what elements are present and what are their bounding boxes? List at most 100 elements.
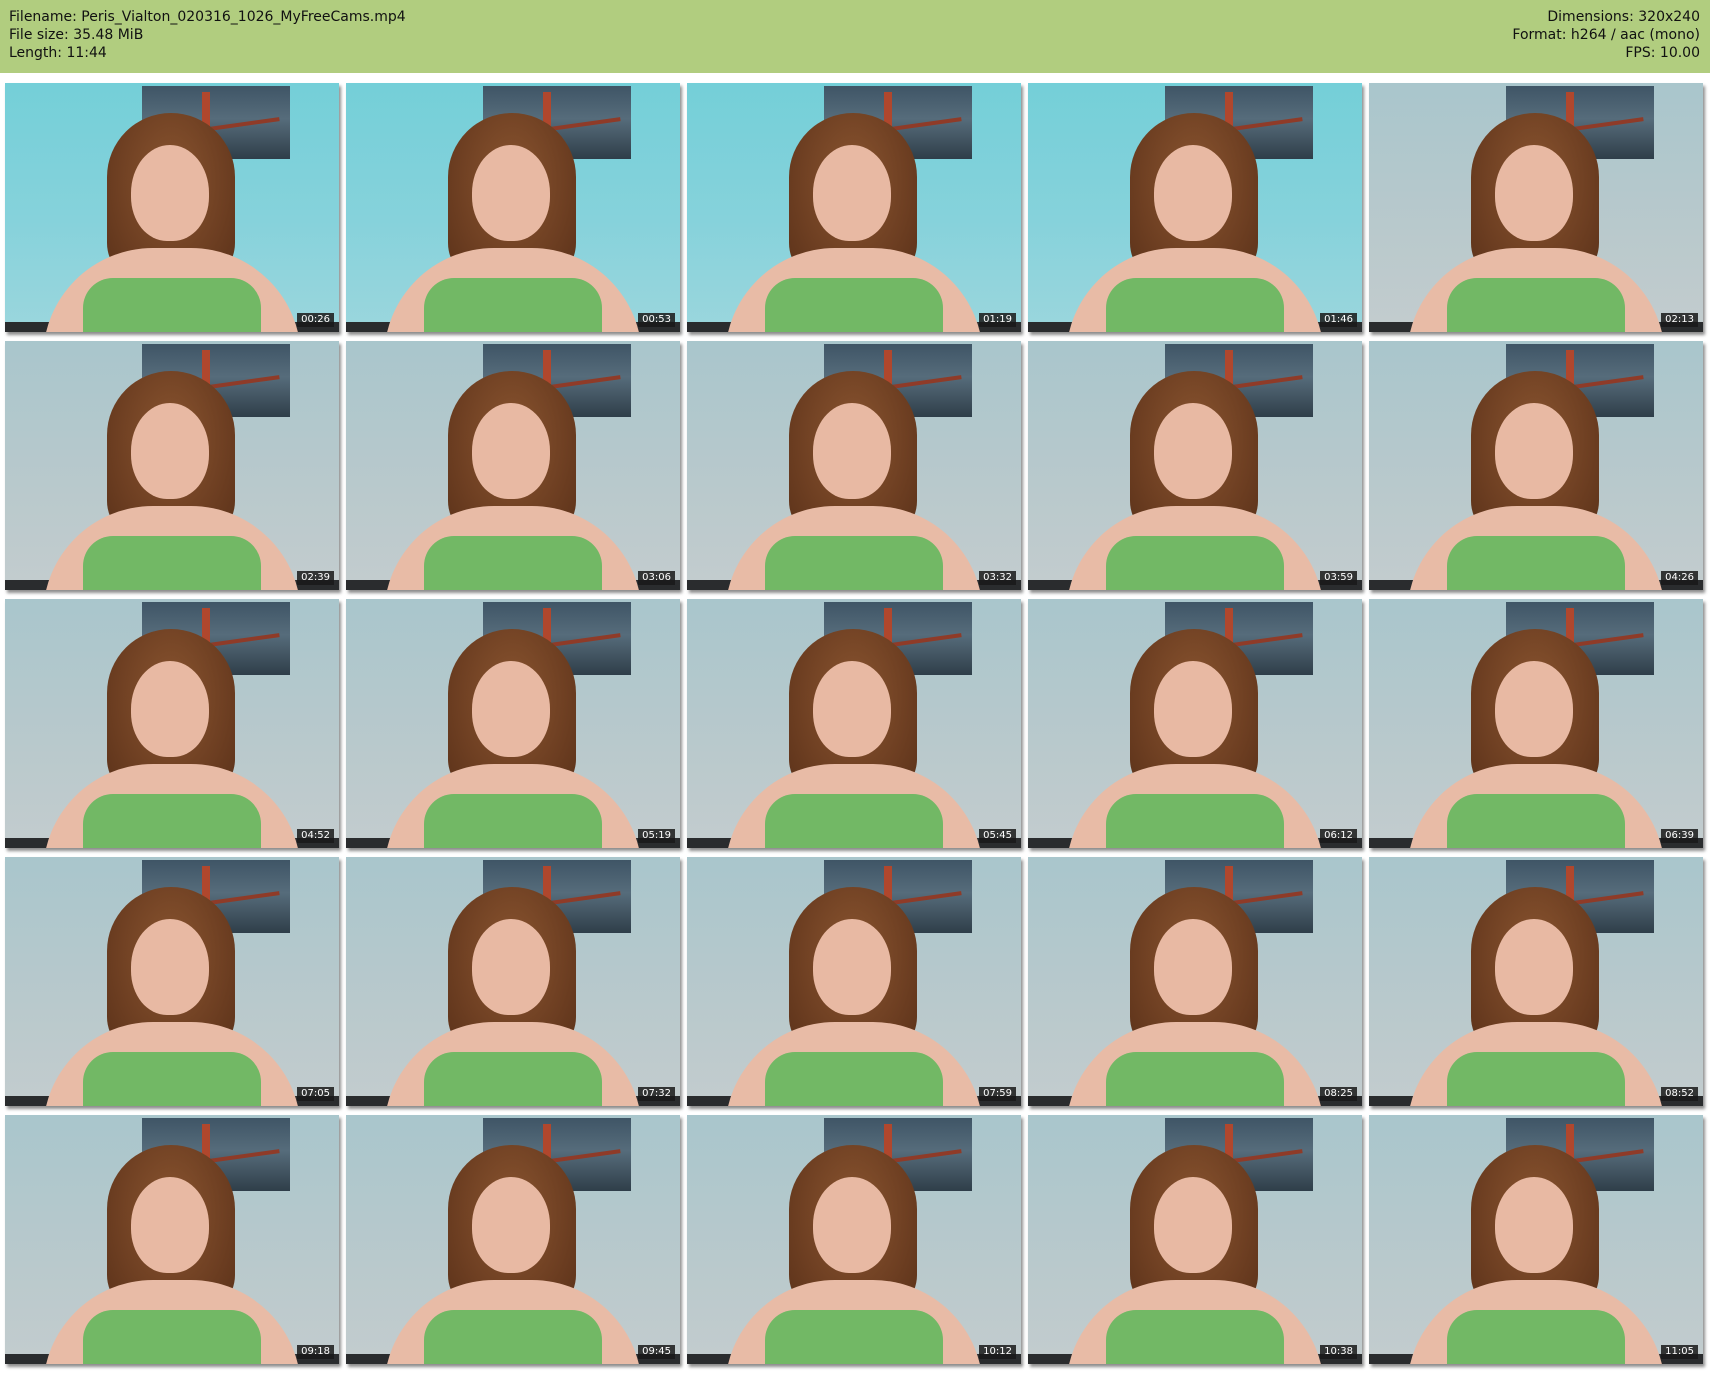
timestamp: 01:19 <box>979 313 1016 327</box>
subject-green-top <box>83 1052 261 1106</box>
timestamp: 02:39 <box>297 571 334 585</box>
thumbnail[interactable]: 07:32 <box>346 857 680 1106</box>
subject-green-top <box>1106 1310 1284 1364</box>
subject-face <box>472 919 550 1015</box>
thumbnail[interactable]: 04:26 <box>1369 341 1703 590</box>
subject-green-top <box>424 1052 602 1106</box>
thumbnail[interactable]: 04:52 <box>5 599 339 848</box>
thumbnail[interactable]: 05:19 <box>346 599 680 848</box>
subject-green-top <box>765 1310 943 1364</box>
subject-face <box>813 145 891 241</box>
thumbnail[interactable]: 06:39 <box>1369 599 1703 848</box>
timestamp: 09:45 <box>638 1345 675 1359</box>
timestamp: 08:52 <box>1661 1087 1698 1101</box>
thumbnail[interactable]: 07:59 <box>687 857 1021 1106</box>
timestamp: 04:52 <box>297 829 334 843</box>
thumbnail[interactable]: 10:38 <box>1028 1115 1362 1364</box>
thumbnail[interactable]: 08:25 <box>1028 857 1362 1106</box>
dimensions-text: Dimensions: 320x240 <box>1547 9 1700 25</box>
timestamp: 03:59 <box>1320 571 1357 585</box>
length-text: Length: 11:44 <box>9 45 107 61</box>
timestamp: 10:12 <box>979 1345 1016 1359</box>
subject-green-top <box>83 794 261 848</box>
subject-face <box>472 1177 550 1273</box>
subject-face <box>1154 145 1232 241</box>
timestamp: 07:59 <box>979 1087 1016 1101</box>
subject-green-top <box>1447 1052 1625 1106</box>
subject-face <box>813 919 891 1015</box>
format-text: Format: h264 / aac (mono) <box>1512 27 1700 43</box>
subject-face <box>1495 145 1573 241</box>
thumbnail-grid: 00:26 00:53 01:19 01:46 02:13 02:39 03:0… <box>5 83 1705 1370</box>
subject-green-top <box>83 1310 261 1364</box>
subject-face <box>813 403 891 499</box>
subject-face <box>813 661 891 757</box>
timestamp: 08:25 <box>1320 1087 1357 1101</box>
subject-face <box>131 145 209 241</box>
subject-face <box>1154 1177 1232 1273</box>
subject-green-top <box>424 278 602 332</box>
thumbnail[interactable]: 08:52 <box>1369 857 1703 1106</box>
thumbnail[interactable]: 02:13 <box>1369 83 1703 332</box>
timestamp: 01:46 <box>1320 313 1357 327</box>
thumbnail[interactable]: 07:05 <box>5 857 339 1106</box>
subject-green-top <box>1106 536 1284 590</box>
subject-green-top <box>765 278 943 332</box>
subject-green-top <box>83 536 261 590</box>
thumbnail[interactable]: 01:46 <box>1028 83 1362 332</box>
thumbnail[interactable]: 03:59 <box>1028 341 1362 590</box>
subject-face <box>472 661 550 757</box>
subject-face <box>472 403 550 499</box>
thumbnail[interactable]: 10:12 <box>687 1115 1021 1364</box>
subject-face <box>1154 403 1232 499</box>
fps-text: FPS: 10.00 <box>1625 45 1700 61</box>
thumbnail[interactable]: 05:45 <box>687 599 1021 848</box>
subject-green-top <box>765 794 943 848</box>
thumbnail[interactable]: 03:06 <box>346 341 680 590</box>
file-size-text: File size: 35.48 MiB <box>9 27 144 43</box>
subject-face <box>1495 919 1573 1015</box>
timestamp: 03:32 <box>979 571 1016 585</box>
timestamp: 00:53 <box>638 313 675 327</box>
timestamp: 06:12 <box>1320 829 1357 843</box>
subject-green-top <box>424 794 602 848</box>
timestamp: 05:19 <box>638 829 675 843</box>
timestamp: 04:26 <box>1661 571 1698 585</box>
thumbnail[interactable]: 01:19 <box>687 83 1021 332</box>
subject-green-top <box>1447 794 1625 848</box>
thumbnail[interactable]: 06:12 <box>1028 599 1362 848</box>
subject-face <box>131 919 209 1015</box>
thumbnail[interactable]: 09:45 <box>346 1115 680 1364</box>
subject-face <box>1495 1177 1573 1273</box>
subject-face <box>1154 661 1232 757</box>
subject-face <box>472 145 550 241</box>
thumbnail[interactable]: 09:18 <box>5 1115 339 1364</box>
timestamp: 00:26 <box>297 313 334 327</box>
subject-green-top <box>424 536 602 590</box>
subject-face <box>131 403 209 499</box>
thumbnail[interactable]: 00:53 <box>346 83 680 332</box>
subject-face <box>1495 661 1573 757</box>
subject-green-top <box>1447 1310 1625 1364</box>
timestamp: 05:45 <box>979 829 1016 843</box>
subject-green-top <box>1447 278 1625 332</box>
thumbnail[interactable]: 00:26 <box>5 83 339 332</box>
timestamp: 07:05 <box>297 1087 334 1101</box>
subject-green-top <box>1106 794 1284 848</box>
timestamp: 02:13 <box>1661 313 1698 327</box>
subject-face <box>131 1177 209 1273</box>
file-info-left: Filename: Peris_Vialton_020316_1026_MyFr… <box>9 8 406 62</box>
subject-green-top <box>765 1052 943 1106</box>
subject-green-top <box>1106 278 1284 332</box>
subject-face <box>813 1177 891 1273</box>
subject-face <box>1495 403 1573 499</box>
thumbnail[interactable]: 02:39 <box>5 341 339 590</box>
thumbnail[interactable]: 03:32 <box>687 341 1021 590</box>
info-header: Filename: Peris_Vialton_020316_1026_MyFr… <box>0 0 1710 73</box>
thumbnail[interactable]: 11:05 <box>1369 1115 1703 1364</box>
subject-green-top <box>765 536 943 590</box>
subject-green-top <box>1447 536 1625 590</box>
subject-green-top <box>1106 1052 1284 1106</box>
subject-green-top <box>424 1310 602 1364</box>
subject-green-top <box>83 278 261 332</box>
